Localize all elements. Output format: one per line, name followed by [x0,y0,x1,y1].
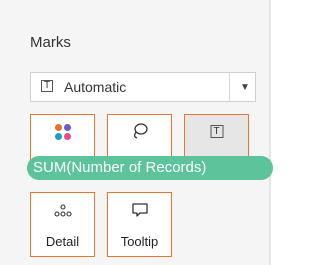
tooltip-label: Tooltip [120,234,159,249]
dragged-field-pill[interactable]: SUM(Number of Records) [27,156,273,180]
dropdown-divider [229,73,230,101]
text-icon: T [210,125,223,138]
color-dots-icon [54,124,71,140]
mark-type-dropdown[interactable]: T Automatic ▼ [30,72,256,102]
mark-type-label: Automatic [64,79,127,95]
tooltip-icon [131,202,149,225]
text-mark-icon: T [41,80,53,92]
marks-title: Marks [30,34,71,51]
dragged-field-label: SUM(Number of Records) [33,159,207,176]
panel-divider [269,0,271,265]
detail-label: Detail [45,234,80,249]
tooltip-card[interactable]: Tooltip [107,192,172,257]
detail-dots-icon [53,203,73,224]
detail-card[interactable]: Detail [30,192,95,257]
chevron-down-icon[interactable]: ▼ [240,82,250,93]
size-lasso-icon [131,121,149,146]
